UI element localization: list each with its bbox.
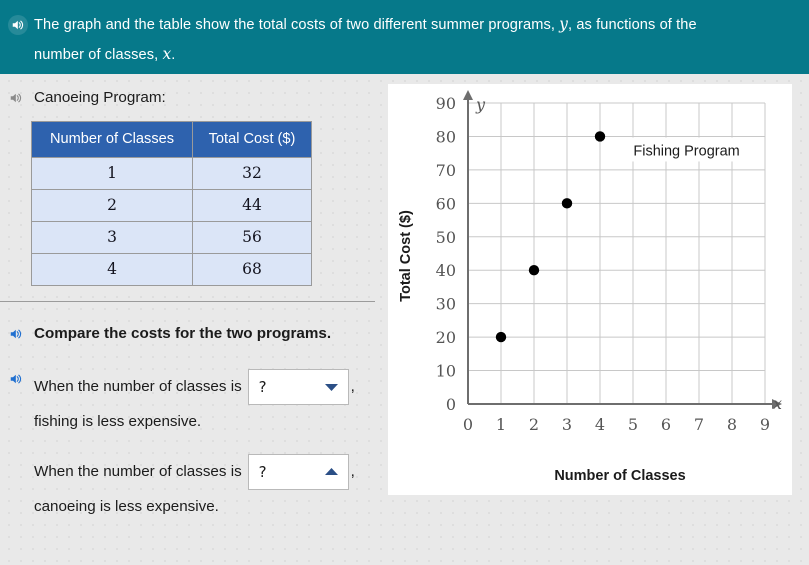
cell-cost: 44 xyxy=(192,189,312,222)
series-label-fishing-program: Fishing Program xyxy=(611,137,762,162)
svg-text:40: 40 xyxy=(436,261,456,280)
svg-text:8: 8 xyxy=(727,415,737,434)
fishing-program-scatter-chart: 0 10 20 30 40 50 60 70 80 90 0 1 2 3 4 5 6 7 8 9 Fishing P… xyxy=(398,90,782,484)
speaker-icon[interactable] xyxy=(6,88,26,108)
cell-classes: 1 xyxy=(31,157,193,190)
question-2: When the number of classes is ? , canoei… xyxy=(6,454,388,518)
speaker-icon[interactable] xyxy=(6,324,26,344)
canoeing-program-label: Canoeing Program: xyxy=(34,89,166,106)
instruction-text: The graph and the table show the total c… xyxy=(28,10,697,70)
classes-dropdown-canoeing[interactable]: ? xyxy=(247,454,349,490)
cell-cost: 68 xyxy=(192,253,312,286)
question-2-tail: canoeing is less expensive. xyxy=(34,498,219,515)
classes-dropdown-fishing[interactable]: ? xyxy=(247,369,349,405)
canoeing-program-row: Canoeing Program: xyxy=(0,74,388,108)
chevron-down-icon[interactable] xyxy=(324,382,339,392)
variable-y: y xyxy=(559,15,569,33)
question-2-body: When the number of classes is ? , canoei… xyxy=(26,454,355,518)
speaker-icon[interactable] xyxy=(8,15,28,35)
svg-text:7: 7 xyxy=(694,415,704,434)
svg-text:10: 10 xyxy=(436,362,456,381)
svg-text:80: 80 xyxy=(436,127,456,146)
instruction-line1-b: , as functions of the xyxy=(568,17,697,33)
question-1: When the number of classes is ? , fishin… xyxy=(6,369,388,433)
y-axis-label: Total Cost ($) xyxy=(398,210,414,302)
variable-x: x xyxy=(162,45,172,63)
svg-text:0: 0 xyxy=(446,395,456,414)
compare-heading: Compare the costs for the two programs. xyxy=(34,325,332,342)
column-header-cost: Total Cost ($) xyxy=(192,121,312,158)
compare-heading-row: Compare the costs for the two programs. xyxy=(6,324,331,344)
column-header-classes: Number of Classes xyxy=(31,121,193,158)
table-row: 1 32 xyxy=(31,157,312,190)
table-header-row: Number of Classes Total Cost ($) xyxy=(31,121,312,158)
dropdown-value: ? xyxy=(258,463,267,481)
svg-text:1: 1 xyxy=(496,415,506,434)
svg-text:90: 90 xyxy=(436,94,456,113)
instruction-line2-a: number of classes, xyxy=(34,47,163,63)
svg-text:60: 60 xyxy=(436,194,456,213)
svg-text:20: 20 xyxy=(436,328,456,347)
axis-variable-x: x xyxy=(773,394,782,413)
question-2-sentence: When the number of classes is ? , xyxy=(34,454,355,490)
question-1-sentence: When the number of classes is ? , xyxy=(34,369,355,405)
dropdown-value: ? xyxy=(258,378,267,396)
svg-text:3: 3 xyxy=(562,415,572,434)
cell-classes: 3 xyxy=(31,221,193,254)
svg-text:30: 30 xyxy=(436,295,456,314)
cell-classes: 4 xyxy=(31,253,193,286)
cell-cost: 32 xyxy=(192,157,312,190)
instruction-banner: The graph and the table show the total c… xyxy=(0,0,809,74)
question-1-body: When the number of classes is ? , fishin… xyxy=(26,369,355,433)
svg-text:0: 0 xyxy=(463,415,473,434)
axis-variable-y: y xyxy=(475,95,486,114)
x-axis-tick-labels: 0 1 2 3 4 5 6 7 8 9 xyxy=(463,415,770,434)
question-1-lead: When the number of classes is xyxy=(34,378,242,395)
svg-text:70: 70 xyxy=(436,161,456,180)
instruction-line1-a: The graph and the table show the total c… xyxy=(34,17,560,33)
question-2-lead: When the number of classes is xyxy=(34,463,242,480)
canoeing-cost-table: Number of Classes Total Cost ($) 1 32 2 … xyxy=(31,121,312,286)
left-content-column: Canoeing Program: Number of Classes Tota… xyxy=(0,74,388,565)
table-row: 4 68 xyxy=(31,253,312,286)
svg-text:50: 50 xyxy=(436,228,456,247)
speaker-placeholder xyxy=(6,454,26,474)
svg-text:9: 9 xyxy=(760,415,770,434)
section-divider xyxy=(0,301,375,302)
question-1-tail: fishing is less expensive. xyxy=(34,413,202,430)
instruction-line2-b: . xyxy=(171,47,176,63)
table-row: 3 56 xyxy=(31,221,312,254)
chevron-up-icon[interactable] xyxy=(324,467,339,477)
cell-classes: 2 xyxy=(31,189,193,222)
svg-text:Fishing Program: Fishing Program xyxy=(633,143,739,159)
x-axis-label: Number of Classes xyxy=(554,468,685,484)
svg-text:2: 2 xyxy=(529,415,539,434)
table-row: 2 44 xyxy=(31,189,312,222)
cell-cost: 56 xyxy=(192,221,312,254)
question-1-comma: , xyxy=(350,378,355,395)
question-2-comma: , xyxy=(350,463,355,480)
speaker-icon[interactable] xyxy=(6,369,26,389)
svg-text:6: 6 xyxy=(661,415,671,434)
y-axis-tick-labels: 0 10 20 30 40 50 60 70 80 90 xyxy=(436,94,456,414)
svg-text:5: 5 xyxy=(628,415,638,434)
fishing-program-graph-panel: 0 10 20 30 40 50 60 70 80 90 0 1 2 3 4 5 6 7 8 9 Fishing P… xyxy=(388,84,792,495)
svg-text:4: 4 xyxy=(595,415,605,434)
